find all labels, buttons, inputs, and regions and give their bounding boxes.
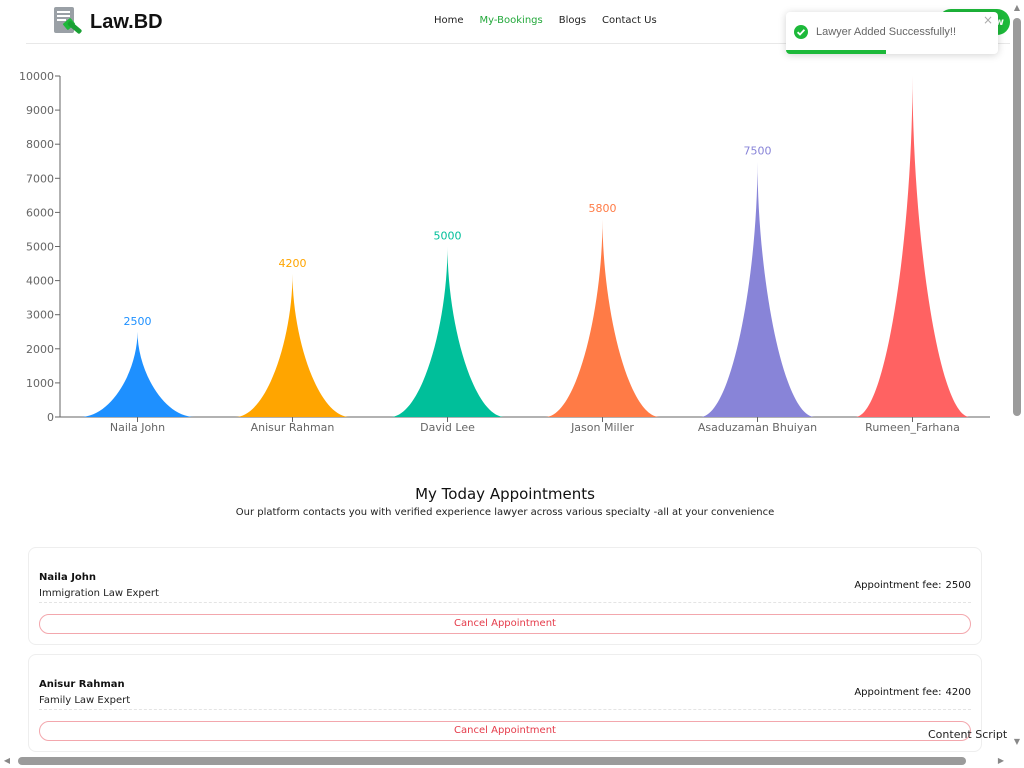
chart-bar bbox=[700, 161, 815, 417]
success-toast[interactable]: Lawyer Added Successfully!! × bbox=[786, 12, 998, 54]
scroll-up-arrow-icon[interactable]: ▲ bbox=[1013, 4, 1021, 12]
chart-bar bbox=[235, 273, 350, 417]
data-label: 5000 bbox=[434, 230, 462, 243]
chart-bar bbox=[855, 76, 970, 417]
toast-progress-bar bbox=[786, 50, 886, 54]
chart-bar bbox=[545, 219, 660, 417]
cancel-appointment-button[interactable]: Cancel Appointment bbox=[39, 614, 971, 634]
y-tick-label: 2000 bbox=[26, 343, 54, 356]
y-tick-label: 3000 bbox=[26, 309, 54, 322]
x-tick-label: Asaduzaman Bhuiyan bbox=[698, 421, 817, 434]
x-tick-label: Anisur Rahman bbox=[251, 421, 335, 434]
data-label: 5800 bbox=[589, 202, 617, 215]
fee-value: 2500 bbox=[945, 580, 971, 591]
nav-home-link[interactable]: Home bbox=[434, 15, 464, 26]
appointment-card: Anisur Rahman Family Law Expert Appointm… bbox=[28, 654, 982, 752]
x-tick-label: Jason Miller bbox=[570, 421, 634, 434]
scroll-left-arrow-icon[interactable]: ◀ bbox=[2, 756, 12, 766]
content-script-overlay: Content Script bbox=[928, 728, 1008, 741]
lawyer-specialty: Immigration Law Expert bbox=[39, 588, 159, 599]
appointments-subtitle: Our platform contacts you with verified … bbox=[235, 507, 775, 518]
data-label: 7500 bbox=[744, 144, 772, 157]
lawyer-name: Naila John bbox=[39, 572, 97, 583]
appointment-fee: Appointment fee: 4200 bbox=[854, 687, 971, 698]
y-tick-label: 1000 bbox=[26, 377, 54, 390]
x-tick-label: David Lee bbox=[420, 421, 475, 434]
fee-label: Appointment fee: bbox=[854, 687, 942, 698]
card-divider bbox=[39, 602, 971, 603]
brand-name: Law.BD bbox=[90, 10, 163, 33]
scrollbar-corner bbox=[1010, 754, 1024, 768]
toast-message: Lawyer Added Successfully!! bbox=[816, 26, 957, 38]
appointments-title: My Today Appointments bbox=[415, 485, 595, 503]
card-divider bbox=[39, 709, 971, 710]
y-tick-label: 0 bbox=[47, 411, 54, 424]
scroll-down-arrow-icon[interactable]: ▼ bbox=[1013, 738, 1021, 746]
fee-value: 4200 bbox=[945, 687, 971, 698]
y-tick-label: 4000 bbox=[26, 275, 54, 288]
y-tick-label: 10000 bbox=[19, 70, 54, 83]
nav-contact-link[interactable]: Contact Us bbox=[602, 15, 657, 26]
nav-blogs-link[interactable]: Blogs bbox=[559, 15, 586, 26]
horizontal-scrollbar[interactable]: ◀ ▶ bbox=[0, 754, 1010, 768]
x-tick-label: Naila John bbox=[110, 421, 165, 434]
y-tick-label: 6000 bbox=[26, 206, 54, 219]
data-label: 2500 bbox=[124, 315, 152, 328]
toast-close-button[interactable]: × bbox=[983, 13, 993, 27]
fee-chart: 0 1000 2000 3000 4000 5000 6000 7000 8000 9000 100… bbox=[19, 70, 990, 434]
check-circle-icon bbox=[794, 25, 808, 39]
horizontal-scroll-thumb[interactable] bbox=[18, 757, 966, 765]
y-tick-label: 9000 bbox=[26, 104, 54, 117]
x-tick-label: Rumeen_Farhana bbox=[865, 421, 960, 434]
page: Law.BD Home My-Bookings Blogs Contact Us… bbox=[0, 0, 1010, 754]
nav-my-bookings-link[interactable]: My-Bookings bbox=[480, 15, 543, 26]
brand-logo[interactable]: Law.BD bbox=[52, 6, 163, 38]
nav-links: Home My-Bookings Blogs Contact Us bbox=[434, 15, 657, 26]
gavel-document-icon bbox=[52, 6, 84, 38]
lawyer-name: Anisur Rahman bbox=[39, 679, 125, 690]
appointment-fee: Appointment fee: 2500 bbox=[854, 580, 971, 591]
y-tick-label: 7000 bbox=[26, 172, 54, 185]
chart-bar bbox=[390, 246, 505, 417]
scroll-right-arrow-icon[interactable]: ▶ bbox=[996, 756, 1006, 766]
y-tick-label: 8000 bbox=[26, 138, 54, 151]
fee-label: Appointment fee: bbox=[854, 580, 942, 591]
appointment-card: Naila John Immigration Law Expert Appoin… bbox=[28, 547, 982, 645]
lawyer-specialty: Family Law Expert bbox=[39, 695, 131, 706]
data-label: 4200 bbox=[279, 257, 307, 270]
cancel-appointment-button[interactable]: Cancel Appointment bbox=[39, 721, 971, 741]
vertical-scroll-thumb[interactable] bbox=[1013, 18, 1021, 416]
vertical-scrollbar[interactable]: ▲ ▼ bbox=[1010, 0, 1024, 754]
chart-bar bbox=[80, 331, 195, 417]
y-tick-label: 5000 bbox=[26, 241, 54, 254]
